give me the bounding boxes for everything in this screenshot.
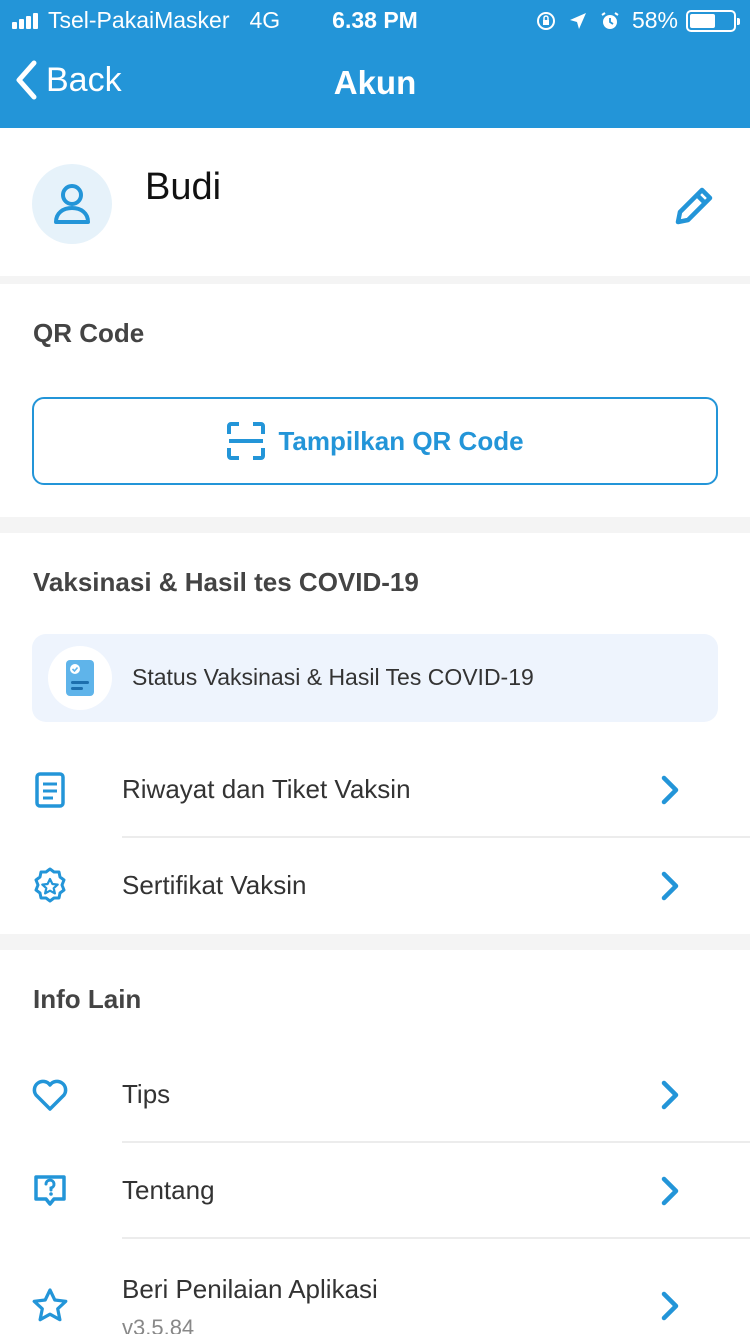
chevron-right-icon — [661, 1176, 679, 1206]
help-chat-icon — [34, 1175, 66, 1206]
heart-icon — [32, 1079, 68, 1111]
status-card-icon-circle — [48, 646, 112, 710]
star-icon — [32, 1288, 68, 1322]
profile-name: Budi — [145, 166, 222, 208]
qr-section-title: QR Code — [33, 318, 145, 348]
location-arrow-icon — [569, 12, 586, 29]
menu-row-sertifikat-vaksin[interactable]: Sertifikat Vaksin — [0, 838, 750, 934]
menu-row-label: Riwayat dan Tiket Vaksin — [122, 774, 411, 804]
status-right: 58% — [536, 7, 740, 34]
row-divider — [122, 1237, 750, 1239]
battery-icon — [686, 9, 740, 32]
health-document-icon — [66, 660, 94, 696]
menu-row-label: Tips — [122, 1079, 171, 1109]
menu-row-beri-penilaian[interactable]: Beri Penilaian Aplikasi v3.5.84 — [0, 1240, 750, 1334]
chevron-right-icon — [661, 1080, 679, 1110]
user-icon — [54, 184, 90, 224]
profile-header: Budi — [0, 128, 750, 276]
info-section-title: Info Lain — [33, 984, 142, 1014]
vaccine-section-title: Vaksinasi & Hasil tes COVID-19 — [33, 567, 419, 597]
battery-percent: 58% — [631, 7, 678, 33]
status-bar: Tsel-PakaiMasker 4G 6.38 PM 58% — [0, 0, 750, 40]
top-bar: Tsel-PakaiMasker 4G 6.38 PM 58% Back Aku… — [0, 0, 750, 128]
menu-row-label: Tentang — [122, 1175, 215, 1205]
rotation-lock-icon — [536, 11, 555, 30]
avatar — [32, 164, 112, 244]
divider — [0, 276, 750, 284]
nav-bar: Back Akun — [0, 40, 750, 128]
award-badge-icon — [34, 867, 66, 903]
menu-row-tentang[interactable]: Tentang — [0, 1143, 750, 1239]
app-version: v3.5.84 — [122, 1315, 195, 1334]
edit-pencil-icon[interactable] — [670, 182, 718, 230]
qr-scan-icon — [227, 422, 266, 460]
divider — [0, 517, 750, 533]
menu-row-label: Beri Penilaian Aplikasi — [122, 1274, 378, 1304]
divider — [0, 934, 750, 950]
show-qr-code-button[interactable]: Tampilkan QR Code — [32, 397, 718, 485]
menu-row-tips[interactable]: Tips — [0, 1047, 750, 1143]
status-card-label: Status Vaksinasi & Hasil Tes COVID-19 — [132, 664, 534, 690]
document-list-icon — [35, 772, 65, 808]
alarm-icon — [601, 11, 619, 29]
chevron-right-icon — [661, 775, 679, 805]
menu-row-riwayat-tiket-vaksin[interactable]: Riwayat dan Tiket Vaksin — [0, 742, 750, 838]
menu-row-label: Sertifikat Vaksin — [122, 870, 307, 900]
chevron-right-icon — [661, 1291, 679, 1321]
page-title: Akun — [333, 64, 417, 101]
show-qr-code-label: Tampilkan QR Code — [278, 425, 524, 456]
chevron-right-icon — [661, 871, 679, 901]
vaccine-status-card[interactable]: Status Vaksinasi & Hasil Tes COVID-19 — [32, 634, 718, 722]
